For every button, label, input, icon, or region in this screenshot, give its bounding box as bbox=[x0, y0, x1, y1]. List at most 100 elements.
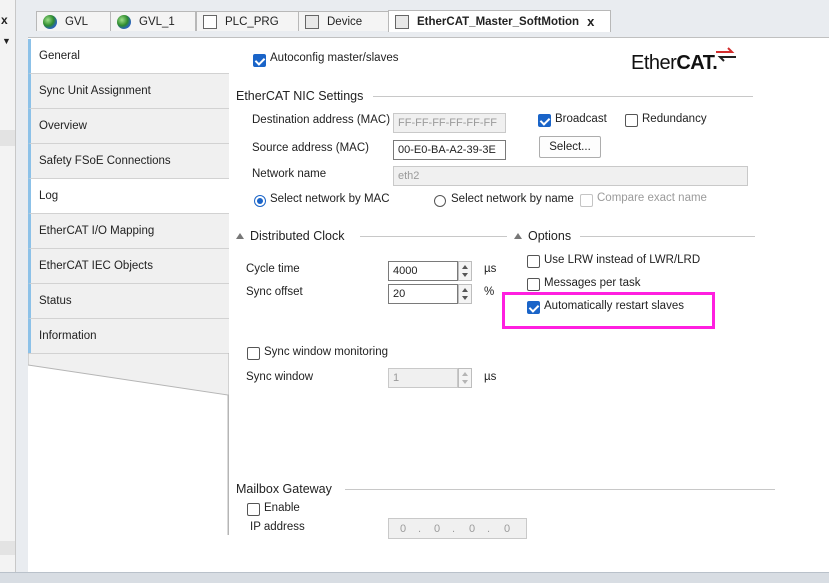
spinner-up-icon[interactable] bbox=[462, 288, 468, 292]
status-strip bbox=[0, 572, 829, 583]
collapse-triangle-icon[interactable] bbox=[236, 233, 244, 239]
ip-octet-2: 0 bbox=[434, 523, 441, 535]
tab-gvl-1[interactable]: GVL_1 bbox=[110, 11, 196, 31]
left-panel-strip: x ▼ bbox=[0, 0, 16, 582]
close-icon[interactable]: x bbox=[587, 14, 594, 29]
section-divider bbox=[373, 96, 753, 97]
autoconfig-label: Autoconfig master/slaves bbox=[270, 52, 399, 64]
globe-icon bbox=[43, 14, 57, 29]
select-by-name-label: Select network by name bbox=[451, 193, 574, 205]
cycle-time-label: Cycle time bbox=[246, 263, 300, 275]
spinner-up-icon[interactable] bbox=[462, 372, 468, 376]
panel-row-highlight bbox=[0, 130, 15, 146]
ethercat-logo: EtherCAT. bbox=[631, 52, 718, 75]
dest-address-field[interactable]: FF-FF-FF-FF-FF-FF bbox=[393, 113, 506, 133]
broadcast-checkbox[interactable] bbox=[538, 114, 551, 127]
spinner-up-icon[interactable] bbox=[462, 265, 468, 269]
mailbox-gateway-title: Mailbox Gateway bbox=[236, 482, 332, 496]
options-title: Options bbox=[528, 229, 572, 243]
use-lrw-label: Use LRW instead of LWR/LRD bbox=[544, 254, 701, 266]
ip-dot: . bbox=[418, 523, 422, 535]
nav-item-overview[interactable]: Overview bbox=[28, 109, 229, 144]
select-by-mac-label: Select network by MAC bbox=[270, 193, 390, 205]
tab-gvl[interactable]: GVL bbox=[36, 11, 112, 31]
close-icon[interactable]: x bbox=[1, 13, 8, 27]
nic-settings-title: EtherCAT NIC Settings bbox=[236, 89, 364, 103]
network-name-label: Network name bbox=[252, 168, 327, 180]
ip-octet-1: 0 bbox=[400, 523, 407, 535]
sync-window-monitoring-checkbox[interactable] bbox=[247, 347, 260, 360]
cycle-time-spinner[interactable] bbox=[458, 261, 472, 281]
compare-exact-name-label: Compare exact name bbox=[597, 192, 707, 204]
source-address-field[interactable]: 00-E0-BA-A2-39-3E bbox=[393, 140, 506, 160]
ip-address-field[interactable]: 0 . 0 . 0 . 0 bbox=[388, 518, 527, 539]
nav-item-io-mapping[interactable]: EtherCAT I/O Mapping bbox=[28, 214, 229, 249]
panel-row-bottom bbox=[0, 541, 15, 555]
network-name-field[interactable]: eth2 bbox=[393, 166, 748, 186]
section-divider bbox=[580, 236, 755, 237]
tab-plc-prg[interactable]: PLC_PRG bbox=[196, 11, 300, 31]
ip-octet-3: 0 bbox=[469, 523, 476, 535]
ethercat-logo-arrows-icon bbox=[716, 47, 736, 62]
sync-window-monitoring-label: Sync window monitoring bbox=[264, 346, 389, 358]
program-icon bbox=[203, 14, 217, 29]
sync-window-input[interactable]: 1 bbox=[388, 368, 458, 388]
annotation-highlight-box bbox=[502, 292, 715, 329]
compare-exact-name-checkbox[interactable] bbox=[580, 194, 593, 207]
section-divider bbox=[360, 236, 507, 237]
tab-label: EtherCAT_Master_SoftMotion bbox=[417, 15, 580, 28]
spinner-down-icon[interactable] bbox=[462, 296, 468, 300]
ip-dot: . bbox=[452, 523, 456, 535]
select-by-name-radio[interactable] bbox=[434, 195, 446, 207]
nav-item-general[interactable]: General bbox=[28, 39, 229, 74]
tab-label: GVL_1 bbox=[139, 15, 175, 28]
sync-offset-label: Sync offset bbox=[246, 286, 303, 298]
tab-label: PLC_PRG bbox=[225, 15, 279, 28]
spinner-down-icon[interactable] bbox=[462, 273, 468, 277]
chevron-down-icon[interactable]: ▼ bbox=[2, 36, 11, 46]
source-address-label: Source address (MAC) bbox=[252, 142, 369, 154]
redundancy-checkbox[interactable] bbox=[625, 114, 638, 127]
tab-ethercat-master[interactable]: EtherCAT_Master_SoftMotion x bbox=[388, 10, 611, 32]
tab-label: GVL bbox=[65, 15, 89, 28]
mailbox-enable-label: Enable bbox=[264, 502, 300, 514]
nav-item-sync-unit[interactable]: Sync Unit Assignment bbox=[28, 74, 229, 109]
sync-offset-unit: % bbox=[484, 286, 495, 298]
nav-item-iec-objects[interactable]: EtherCAT IEC Objects bbox=[28, 249, 229, 284]
nav-footer-panel bbox=[28, 353, 229, 535]
sync-offset-input[interactable]: 20 bbox=[388, 284, 458, 304]
ip-address-label: IP address bbox=[250, 521, 305, 533]
distributed-clock-title: Distributed Clock bbox=[250, 229, 345, 243]
autoconfig-checkbox[interactable] bbox=[253, 54, 266, 67]
tab-device[interactable]: Device bbox=[298, 11, 390, 31]
mailbox-enable-checkbox[interactable] bbox=[247, 503, 260, 516]
ip-dot: . bbox=[487, 523, 491, 535]
device-icon bbox=[305, 14, 319, 29]
select-by-mac-radio[interactable] bbox=[254, 195, 266, 207]
globe-icon bbox=[117, 14, 131, 29]
cycle-time-input[interactable]: 4000 bbox=[388, 261, 458, 281]
nav-item-log[interactable]: Log bbox=[28, 179, 229, 214]
device-icon bbox=[395, 14, 409, 29]
logo-text-right: CAT. bbox=[676, 52, 718, 74]
nav-item-information[interactable]: Information bbox=[28, 319, 229, 354]
dest-address-label: Destination address (MAC) bbox=[252, 114, 391, 126]
messages-per-task-label: Messages per task bbox=[544, 277, 641, 289]
redundancy-label: Redundancy bbox=[642, 113, 707, 125]
select-button[interactable]: Select... bbox=[539, 136, 601, 158]
sync-window-label: Sync window bbox=[246, 371, 314, 383]
sync-window-spinner[interactable] bbox=[458, 368, 472, 388]
ip-octet-4: 0 bbox=[504, 523, 511, 535]
editor-tab-bar: GVL GVL_1 PLC_PRG Device EtherCAT_Master… bbox=[16, 0, 829, 36]
sync-window-unit: µs bbox=[484, 371, 497, 383]
collapse-triangle-icon[interactable] bbox=[514, 233, 522, 239]
broadcast-label: Broadcast bbox=[555, 113, 607, 125]
use-lrw-checkbox[interactable] bbox=[527, 255, 540, 268]
tab-label: Device bbox=[327, 15, 363, 28]
sync-offset-spinner[interactable] bbox=[458, 284, 472, 304]
nav-item-safety-fsoe[interactable]: Safety FSoE Connections bbox=[28, 144, 229, 179]
messages-per-task-checkbox[interactable] bbox=[527, 278, 540, 291]
section-divider bbox=[345, 489, 775, 490]
spinner-down-icon[interactable] bbox=[462, 380, 468, 384]
nav-item-status[interactable]: Status bbox=[28, 284, 229, 319]
